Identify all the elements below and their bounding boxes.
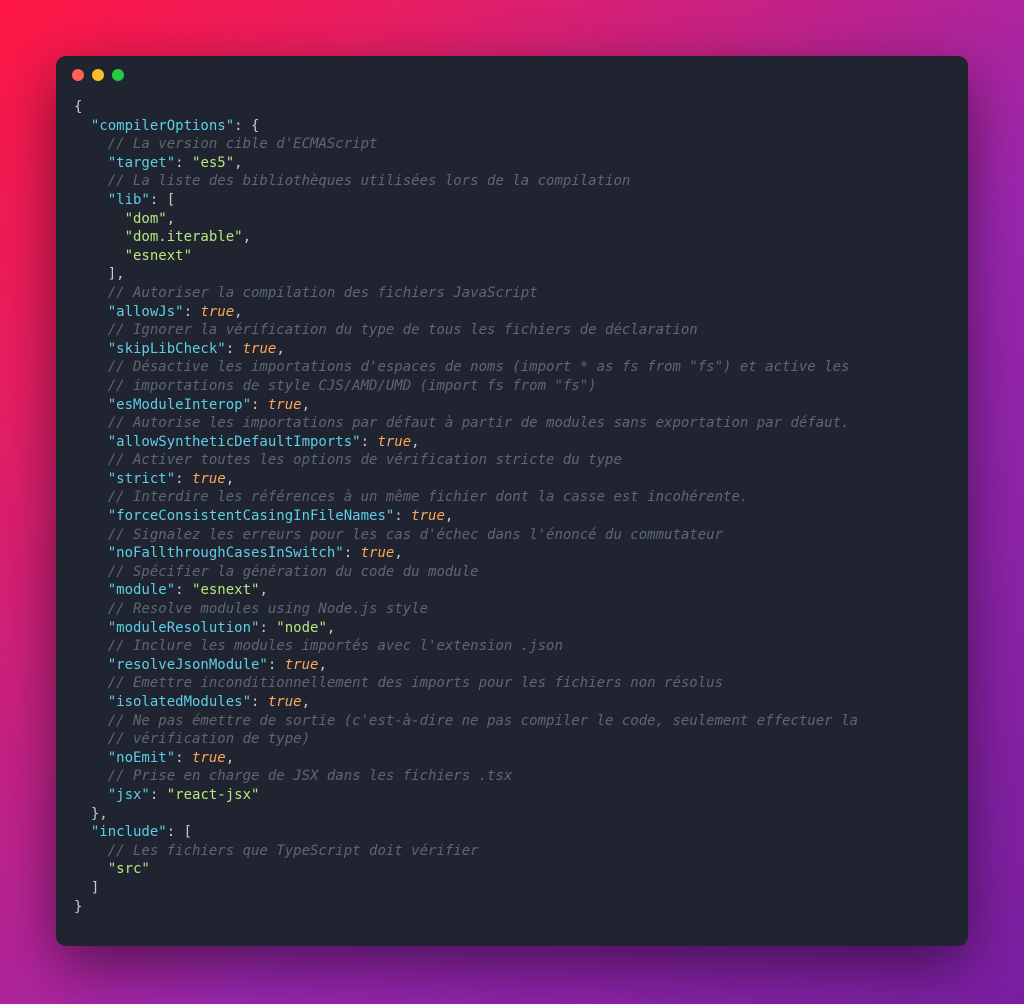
code-text: "allowSyntheticDefaultImports" <box>108 434 361 450</box>
code-text: : [ <box>167 824 192 840</box>
code-text: true <box>268 397 302 413</box>
code-text: "react-jsx" <box>167 787 260 803</box>
code-text: "allowJs" <box>108 304 184 320</box>
code-text: "es5" <box>192 155 234 171</box>
code-text: "esnext" <box>125 248 192 264</box>
code-text: "isolatedModules" <box>108 694 251 710</box>
code-text: , <box>327 620 335 636</box>
code-comment: // vérification de type) <box>108 731 310 747</box>
code-comment: // Désactive les importations d'espaces … <box>108 359 850 375</box>
code-text: "compilerOptions" <box>91 118 234 134</box>
code-text: true <box>192 750 226 766</box>
code-text: "dom" <box>125 211 167 227</box>
code-text: : { <box>234 118 259 134</box>
code-text: "strict" <box>108 471 175 487</box>
code-comment: // Signalez les erreurs pour les cas d'é… <box>108 527 723 543</box>
code-text: true <box>377 434 411 450</box>
code-comment: // Activer toutes les options de vérific… <box>108 452 622 468</box>
code-text: : <box>175 471 192 487</box>
code-text: true <box>200 304 234 320</box>
code-text: true <box>361 545 395 561</box>
code-text: "include" <box>91 824 167 840</box>
code-text: : <box>251 397 268 413</box>
code-window: { "compilerOptions": { // La version cib… <box>56 56 968 946</box>
code-comment: // Autorise les importations par défaut … <box>108 415 850 431</box>
code-text: , <box>276 341 284 357</box>
code-text: : <box>259 620 276 636</box>
code-text: , <box>234 304 242 320</box>
code-text: , <box>226 471 234 487</box>
code-text: true <box>411 508 445 524</box>
code-text: { <box>74 99 82 115</box>
code-text: true <box>268 694 302 710</box>
code-text: : <box>251 694 268 710</box>
code-text: "moduleResolution" <box>108 620 260 636</box>
code-text: "jsx" <box>108 787 150 803</box>
code-text: "esnext" <box>192 582 259 598</box>
code-block: { "compilerOptions": { // La version cib… <box>56 94 968 940</box>
code-text: , <box>259 582 267 598</box>
code-text: "module" <box>108 582 175 598</box>
code-comment: // La version cible d'ECMAScript <box>108 136 378 152</box>
code-text: : <box>184 304 201 320</box>
code-text: } <box>74 899 82 915</box>
code-text: , <box>302 694 310 710</box>
code-text: "esModuleInterop" <box>108 397 251 413</box>
code-comment: // La liste des bibliothèques utilisées … <box>108 173 631 189</box>
code-text: "target" <box>108 155 175 171</box>
code-text: "skipLibCheck" <box>108 341 226 357</box>
code-text: , <box>302 397 310 413</box>
code-comment: // Prise en charge de JSX dans les fichi… <box>108 768 513 784</box>
code-text: true <box>192 471 226 487</box>
code-text: , <box>445 508 453 524</box>
code-text: : <box>361 434 378 450</box>
code-text: ], <box>108 266 125 282</box>
code-text: : <box>268 657 285 673</box>
code-text: : <box>175 750 192 766</box>
code-text: : [ <box>150 192 175 208</box>
code-text: , <box>411 434 419 450</box>
code-text: "lib" <box>108 192 150 208</box>
code-text: , <box>167 211 175 227</box>
code-text: : <box>394 508 411 524</box>
code-comment: // Ignorer la vérification du type de to… <box>108 322 698 338</box>
code-text: "forceConsistentCasingInFileNames" <box>108 508 395 524</box>
code-comment: // Spécifier la génération du code du mo… <box>108 564 479 580</box>
code-text: "noFallthroughCasesInSwitch" <box>108 545 344 561</box>
code-text: , <box>234 155 242 171</box>
code-text: : <box>226 341 243 357</box>
code-text: , <box>318 657 326 673</box>
code-comment: // Resolve modules using Node.js style <box>108 601 428 617</box>
code-comment: // Inclure les modules importés avec l'e… <box>108 638 563 654</box>
code-comment: // importations de style CJS/AMD/UMD (im… <box>108 378 597 394</box>
code-text: "noEmit" <box>108 750 175 766</box>
code-comment: // Les fichiers que TypeScript doit véri… <box>108 843 479 859</box>
minimize-icon[interactable] <box>92 69 104 81</box>
code-text: : <box>150 787 167 803</box>
code-text: "node" <box>276 620 327 636</box>
code-text: : <box>175 582 192 598</box>
close-icon[interactable] <box>72 69 84 81</box>
code-comment: // Autoriser la compilation des fichiers… <box>108 285 538 301</box>
code-text: : <box>175 155 192 171</box>
code-text: , <box>243 229 251 245</box>
code-text: "dom.iterable" <box>125 229 243 245</box>
code-text: true <box>243 341 277 357</box>
code-text: "resolveJsonModule" <box>108 657 268 673</box>
code-comment: // Ne pas émettre de sortie (c'est-à-dir… <box>108 713 858 729</box>
window-titlebar <box>56 56 968 94</box>
code-comment: // Emettre inconditionnellement des impo… <box>108 675 723 691</box>
code-text: , <box>394 545 402 561</box>
maximize-icon[interactable] <box>112 69 124 81</box>
code-text: , <box>226 750 234 766</box>
code-text: true <box>285 657 319 673</box>
code-comment: // Interdire les références à un même fi… <box>108 489 749 505</box>
code-text: ] <box>91 880 99 896</box>
code-text: "src" <box>108 861 150 877</box>
code-text: : <box>344 545 361 561</box>
code-text: }, <box>91 806 108 822</box>
